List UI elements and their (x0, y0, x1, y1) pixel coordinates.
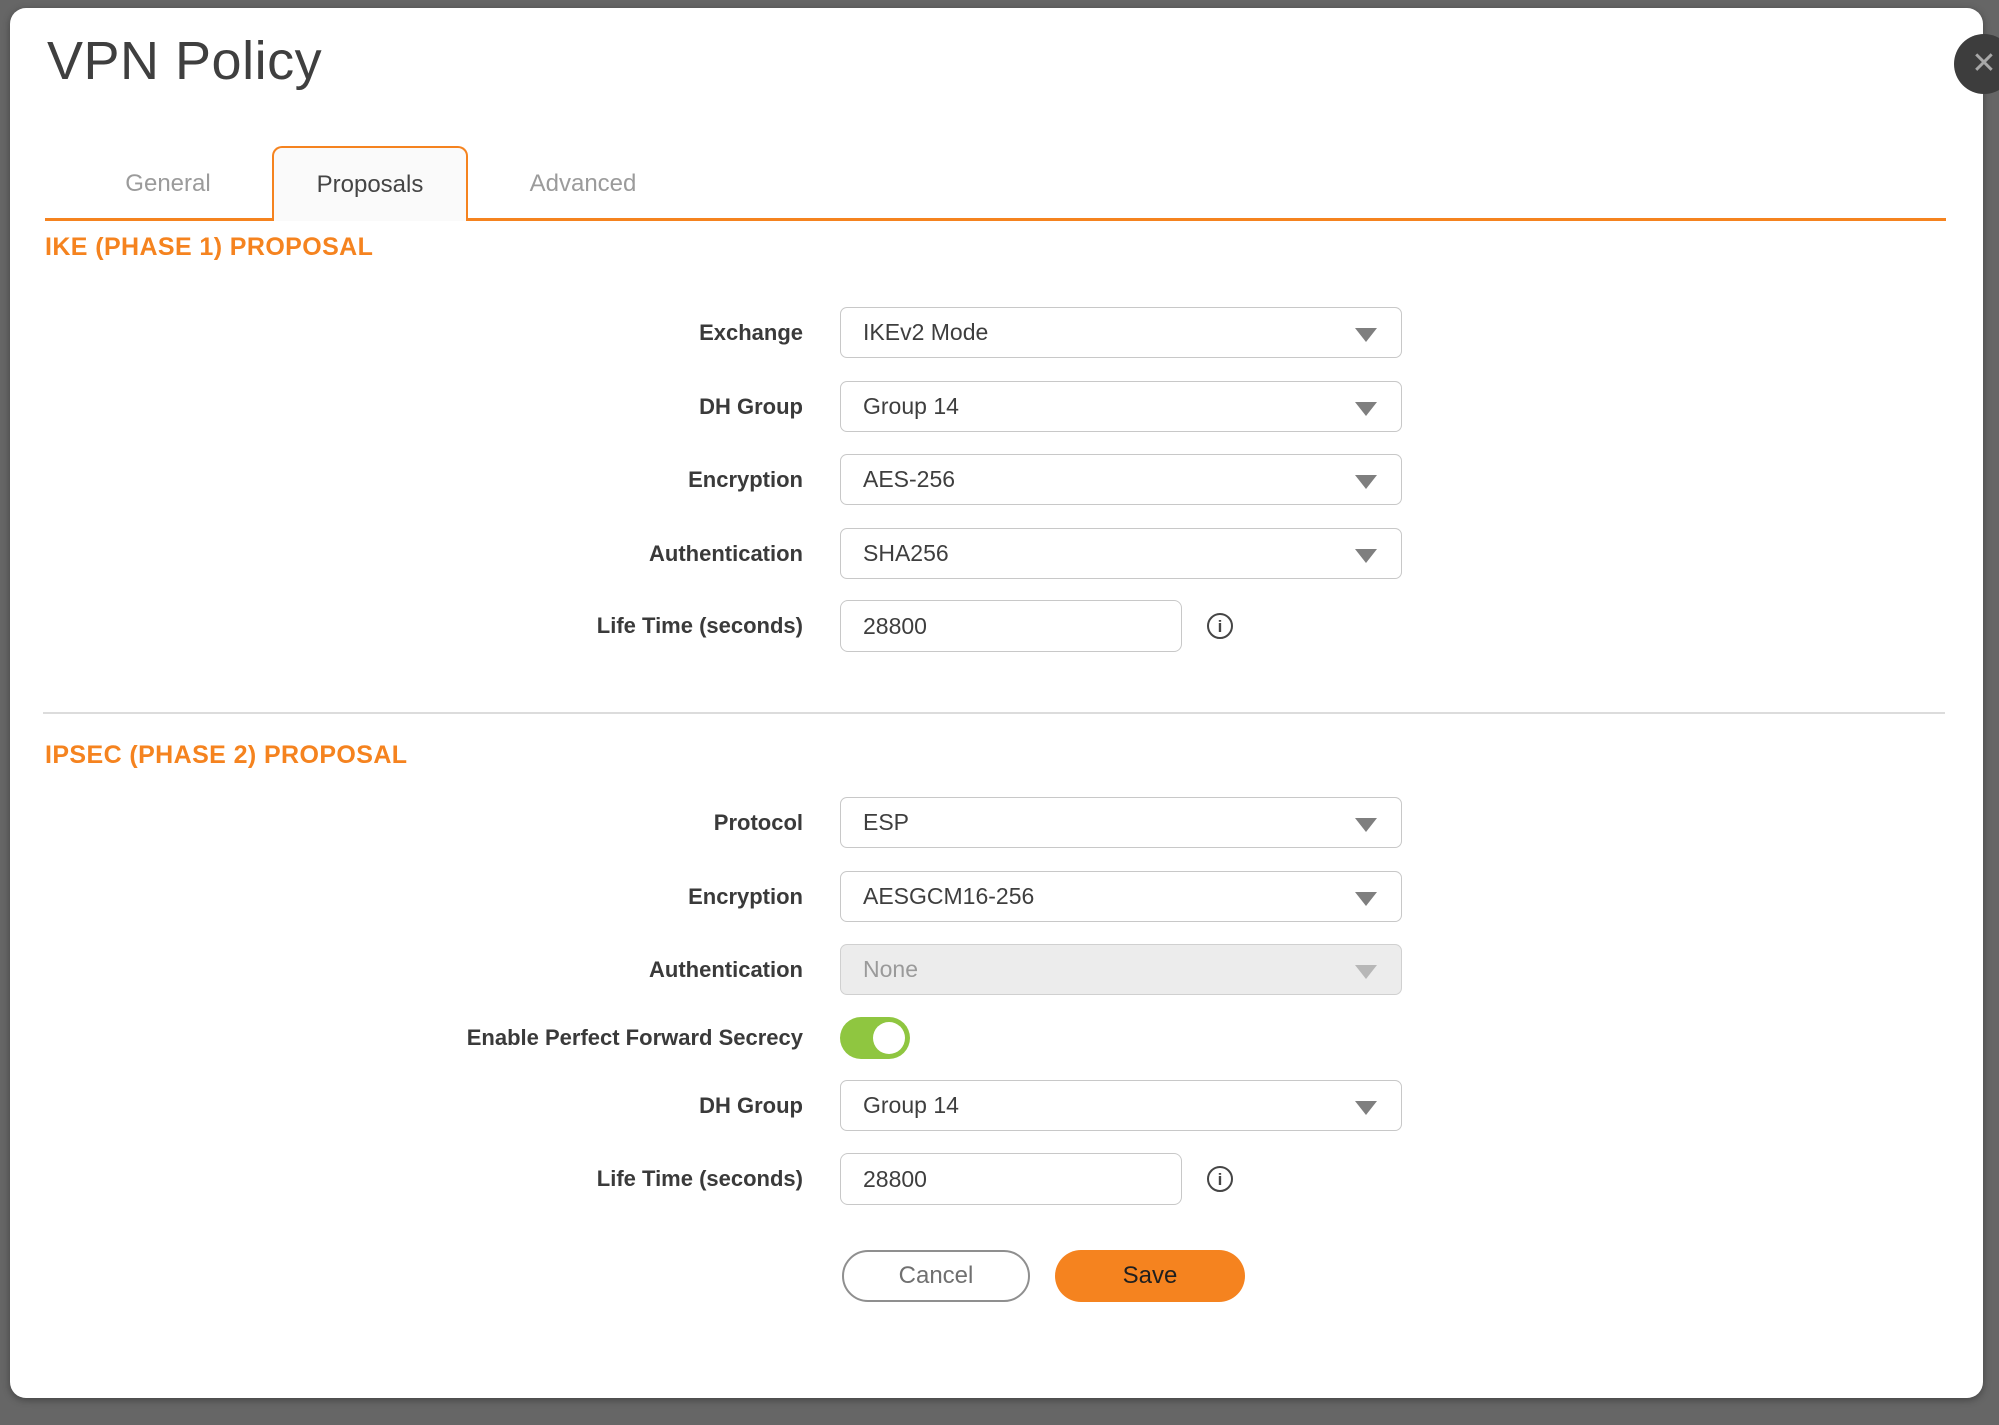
authentication2-row: Authentication None (10, 944, 1983, 995)
dh-group2-select-value: Group 14 (863, 1092, 959, 1119)
pfs-toggle[interactable] (840, 1017, 910, 1059)
save-button[interactable]: Save (1055, 1250, 1245, 1302)
encryption-select-value: AES-256 (863, 466, 955, 493)
encryption-label: Encryption (10, 454, 803, 505)
encryption2-select[interactable]: AESGCM16-256 (840, 871, 1402, 922)
authentication-select-value: SHA256 (863, 540, 949, 567)
cancel-button-label: Cancel (899, 1262, 974, 1290)
chevron-down-icon (1355, 549, 1377, 563)
life-time2-input[interactable] (840, 1153, 1182, 1205)
chevron-down-icon (1355, 328, 1377, 342)
dh-group-select-value: Group 14 (863, 393, 959, 420)
encryption-row: Encryption AES-256 (10, 454, 1983, 505)
encryption2-row: Encryption AESGCM16-256 (10, 871, 1983, 922)
exchange-select-value: IKEv2 Mode (863, 319, 988, 346)
section-heading-ike-phase1: IKE (PHASE 1) PROPOSAL (45, 233, 373, 262)
exchange-row: Exchange IKEv2 Mode (10, 307, 1983, 358)
pfs-label: Enable Perfect Forward Secrecy (10, 1017, 803, 1059)
life-time-label: Life Time (seconds) (10, 600, 803, 651)
page-title: VPN Policy (47, 30, 322, 92)
authentication-select[interactable]: SHA256 (840, 528, 1402, 579)
authentication2-select-disabled: None (840, 944, 1402, 995)
section-heading-ipsec-phase2: IPSEC (PHASE 2) PROPOSAL (45, 741, 407, 770)
encryption-select[interactable]: AES-256 (840, 454, 1402, 505)
encryption2-label: Encryption (10, 871, 803, 922)
section-divider (43, 712, 1945, 714)
life-time2-label: Life Time (seconds) (10, 1153, 803, 1204)
protocol-select[interactable]: ESP (840, 797, 1402, 848)
tab-proposals[interactable]: Proposals (272, 146, 468, 221)
dh-group2-label: DH Group (10, 1080, 803, 1131)
protocol-select-value: ESP (863, 809, 909, 836)
cancel-button[interactable]: Cancel (842, 1250, 1030, 1302)
chevron-down-icon (1355, 965, 1377, 979)
authentication-label: Authentication (10, 528, 803, 579)
authentication-row: Authentication SHA256 (10, 528, 1983, 579)
life-time-input[interactable] (840, 600, 1182, 652)
life-time2-row: Life Time (seconds) i (10, 1153, 1983, 1204)
dh-group2-row: DH Group Group 14 (10, 1080, 1983, 1131)
pfs-toggle-knob (873, 1022, 905, 1054)
dh-group2-select[interactable]: Group 14 (840, 1080, 1402, 1131)
encryption2-select-value: AESGCM16-256 (863, 883, 1034, 910)
tab-advanced[interactable]: Advanced (485, 146, 681, 221)
dh-group-label: DH Group (10, 381, 803, 432)
protocol-label: Protocol (10, 797, 803, 848)
tab-general-label: General (125, 170, 210, 198)
dh-group-row: DH Group Group 14 (10, 381, 1983, 432)
chevron-down-icon (1355, 1101, 1377, 1115)
tab-advanced-label: Advanced (530, 170, 637, 198)
dh-group-select[interactable]: Group 14 (840, 381, 1402, 432)
exchange-label: Exchange (10, 307, 803, 358)
exchange-select[interactable]: IKEv2 Mode (840, 307, 1402, 358)
chevron-down-icon (1355, 402, 1377, 416)
authentication2-select-value: None (863, 956, 918, 983)
pfs-row: Enable Perfect Forward Secrecy (10, 1017, 1983, 1068)
protocol-row: Protocol ESP (10, 797, 1983, 848)
chevron-down-icon (1355, 475, 1377, 489)
save-button-label: Save (1123, 1262, 1178, 1290)
info-icon[interactable]: i (1207, 613, 1233, 639)
info-icon[interactable]: i (1207, 1166, 1233, 1192)
tab-general[interactable]: General (70, 146, 266, 221)
life-time-row: Life Time (seconds) i (10, 600, 1983, 651)
vpn-policy-dialog: VPN Policy General Proposals Advanced IK… (10, 8, 1983, 1398)
chevron-down-icon (1355, 818, 1377, 832)
tab-proposals-label: Proposals (317, 171, 424, 199)
chevron-down-icon (1355, 892, 1377, 906)
authentication2-label: Authentication (10, 944, 803, 995)
